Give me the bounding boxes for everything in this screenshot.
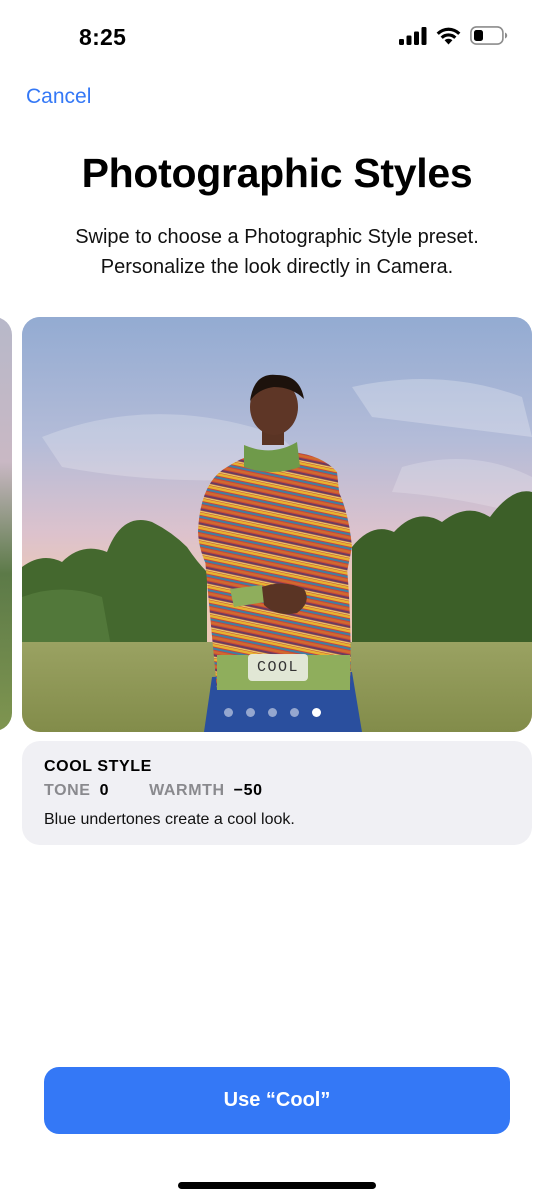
page-dot-1[interactable] [224,708,233,717]
style-description: Blue undertones create a cool look. [44,811,295,828]
page-subtitle: Swipe to choose a Photographic Style pre… [0,222,554,282]
status-time: 8:25 [79,24,127,50]
page-title: Photographic Styles [81,150,473,196]
page-dot-2[interactable] [246,708,255,717]
style-parameters: TONE 0 WARMTH −50 [44,782,263,800]
battery-icon [470,26,508,45]
page-dot-4[interactable] [290,708,299,717]
page-dot-5-active[interactable] [312,708,321,717]
style-info-card: COOL STYLE TONE 0 WARMTH −50 Blue undert… [22,741,532,845]
style-preview-photo[interactable]: COOL [22,317,532,732]
warmth-label: WARMTH [149,782,225,799]
tone-value: 0 [99,782,110,799]
subtitle-line-2: Personalize the look directly in Camera. [100,256,454,278]
style-name: COOL STYLE [44,758,152,775]
home-indicator[interactable] [178,1182,376,1189]
subtitle-line-1: Swipe to choose a Photographic Style pre… [75,226,479,248]
tone-label: TONE [44,782,91,799]
cellular-signal-icon [399,26,427,45]
photographic-styles-screen: 8:25 Cancel Photographic Styles Swipe to… [0,0,554,1200]
warmth-value: −50 [233,782,263,799]
cancel-button[interactable]: Cancel [26,85,91,109]
use-style-button[interactable]: Use “Cool” [44,1067,510,1134]
status-bar: 8:25 [0,0,554,70]
page-indicator[interactable] [224,708,321,717]
status-icons [399,26,508,45]
previous-style-preview[interactable] [0,317,12,731]
wifi-icon [436,27,461,45]
style-name-badge: COOL [248,654,308,681]
page-dot-3[interactable] [268,708,277,717]
